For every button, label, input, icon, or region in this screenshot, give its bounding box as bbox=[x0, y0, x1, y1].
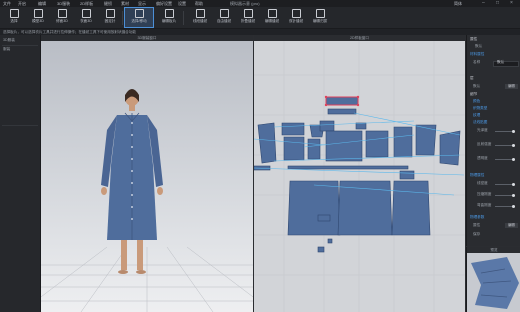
object-browser-item[interactable]: 服装 bbox=[3, 47, 10, 52]
layer-label: 层 bbox=[470, 76, 474, 80]
details-label: 细节 bbox=[470, 92, 478, 96]
avatar-model bbox=[101, 89, 163, 274]
menu-file[interactable]: 文件 bbox=[3, 0, 11, 7]
fabric-type-row[interactable]: 织物类型 bbox=[473, 106, 487, 111]
maximize-icon[interactable]: □ bbox=[496, 0, 499, 7]
save-label[interactable]: 保存 bbox=[473, 232, 480, 237]
language-label[interactable]: 简体 bbox=[454, 0, 462, 7]
density-slider[interactable] bbox=[495, 183, 515, 186]
main-toolbar: 选择 模型3D 修面3D 衣面3D 固定针 选择/移动 编辑板片 线段缝纫 自由… bbox=[0, 7, 520, 29]
menu-bar: 文件 开启 编辑 3D服装 2D样板 缝纫 素材 显示 偏好设置 设置 帮助 模… bbox=[0, 0, 520, 7]
slider-knob[interactable] bbox=[512, 158, 515, 161]
fold-sew-icon bbox=[243, 9, 253, 18]
slider-label: 光泽度 bbox=[477, 128, 488, 132]
tool-edit-shrink-button[interactable]: 编辑归拔 bbox=[306, 8, 334, 27]
slider-label: 压缩刚度 bbox=[477, 192, 492, 196]
slider-label: 反射强度 bbox=[477, 142, 492, 146]
menu-settings[interactable]: 设置 bbox=[178, 0, 186, 7]
free-sew-icon bbox=[219, 9, 229, 18]
window-title: 模拟器示意 (pro) bbox=[230, 1, 260, 6]
object-browser-header[interactable]: 3D服装 bbox=[3, 38, 15, 43]
color-row[interactable]: 颜色 bbox=[473, 99, 480, 104]
fabric-preview-thumbnail: 预览 bbox=[466, 247, 520, 312]
2d-pattern-viewport[interactable]: 2D样板窗口 bbox=[254, 35, 465, 312]
2d-pattern-canvas bbox=[254, 41, 465, 312]
normal-map-row[interactable]: 法线贴图 bbox=[473, 120, 487, 125]
tool-edit-pattern-button[interactable]: 编辑板片 bbox=[155, 8, 183, 27]
pin-icon bbox=[105, 9, 115, 18]
3d-viewport[interactable]: 3D服装窗口 bbox=[41, 35, 253, 312]
name-label: 名称 bbox=[473, 60, 481, 64]
toolbar-divider bbox=[183, 11, 184, 25]
property-editor-panel: 属性 默认 材料属性 名称 默认 层 默认 编辑 细节 颜色 织物类型 纹理 法… bbox=[466, 35, 520, 246]
edit-fabric-button[interactable]: 编辑 bbox=[505, 84, 518, 89]
fabric-section-label[interactable]: 材料属性 bbox=[470, 52, 484, 57]
panel-divider bbox=[2, 125, 38, 126]
menu-display[interactable]: 显示 bbox=[138, 0, 146, 7]
name-value: 默认 bbox=[497, 60, 505, 64]
slider-label: 线密度 bbox=[477, 181, 488, 185]
edit-sew-icon bbox=[267, 9, 277, 18]
floor-grid bbox=[41, 246, 253, 312]
menu-3d-garment[interactable]: 3D服装 bbox=[57, 0, 70, 7]
menu-help[interactable]: 帮助 bbox=[195, 0, 203, 7]
close-icon[interactable]: × bbox=[510, 0, 513, 7]
menu-2d-pattern[interactable]: 2D样板 bbox=[80, 0, 93, 7]
physics-params-label[interactable]: 物理参数 bbox=[470, 215, 484, 220]
texture-row[interactable]: 纹理 bbox=[473, 113, 480, 118]
menu-materials[interactable]: 素材 bbox=[121, 0, 129, 7]
pattern-grid bbox=[254, 41, 465, 312]
bending-slider[interactable] bbox=[495, 205, 515, 208]
model3d-icon bbox=[33, 9, 43, 18]
menu-preferences[interactable]: 偏好设置 bbox=[156, 0, 172, 7]
edit-pattern-icon bbox=[164, 9, 174, 18]
slider-knob[interactable] bbox=[512, 205, 515, 208]
edit-shrink-icon bbox=[315, 9, 325, 18]
panel-divider bbox=[2, 45, 38, 46]
menu-open[interactable]: 开启 bbox=[18, 0, 26, 7]
glossiness-slider[interactable] bbox=[495, 130, 515, 133]
select-move-icon bbox=[134, 9, 144, 18]
tool-select-move-button[interactable]: 选择/移动 bbox=[124, 7, 154, 28]
segment-sew-icon bbox=[195, 9, 205, 18]
menu-edit[interactable]: 编辑 bbox=[38, 0, 46, 7]
compression-slider[interactable] bbox=[495, 194, 515, 197]
physics-section-label[interactable]: 物理属性 bbox=[470, 173, 484, 178]
fabric-default-label: 默认 bbox=[473, 84, 481, 88]
3d-scene bbox=[41, 89, 253, 312]
menu-sewing[interactable]: 缝纫 bbox=[104, 0, 112, 7]
slider-knob[interactable] bbox=[512, 194, 515, 197]
property-header: 属性 bbox=[470, 37, 478, 41]
tool-pin-button[interactable]: 固定针 bbox=[96, 8, 124, 27]
edit3d-icon bbox=[57, 9, 67, 18]
transparency-slider[interactable] bbox=[495, 158, 515, 161]
fabric-preview-image bbox=[467, 253, 520, 312]
slider-knob[interactable] bbox=[512, 183, 515, 186]
garment3d-icon bbox=[81, 9, 91, 18]
property-tab[interactable]: 默认 bbox=[475, 44, 482, 49]
toolbar-divider bbox=[122, 11, 123, 25]
minimize-icon[interactable]: – bbox=[482, 0, 485, 7]
object-browser-panel: 3D服装 服装 bbox=[0, 35, 41, 312]
slider-knob[interactable] bbox=[512, 130, 515, 133]
pattern-pieces bbox=[254, 96, 461, 253]
slider-label: 弯曲刚度 bbox=[477, 203, 492, 207]
slider-knob[interactable] bbox=[512, 144, 515, 147]
edit-physics-button[interactable]: 编辑 bbox=[505, 223, 518, 228]
slider-label: 透明度 bbox=[477, 156, 488, 160]
select-icon bbox=[9, 9, 19, 18]
properties-row-label: 属性 bbox=[473, 223, 481, 227]
double-sew-icon bbox=[291, 9, 301, 18]
reflection-slider[interactable] bbox=[495, 144, 515, 147]
